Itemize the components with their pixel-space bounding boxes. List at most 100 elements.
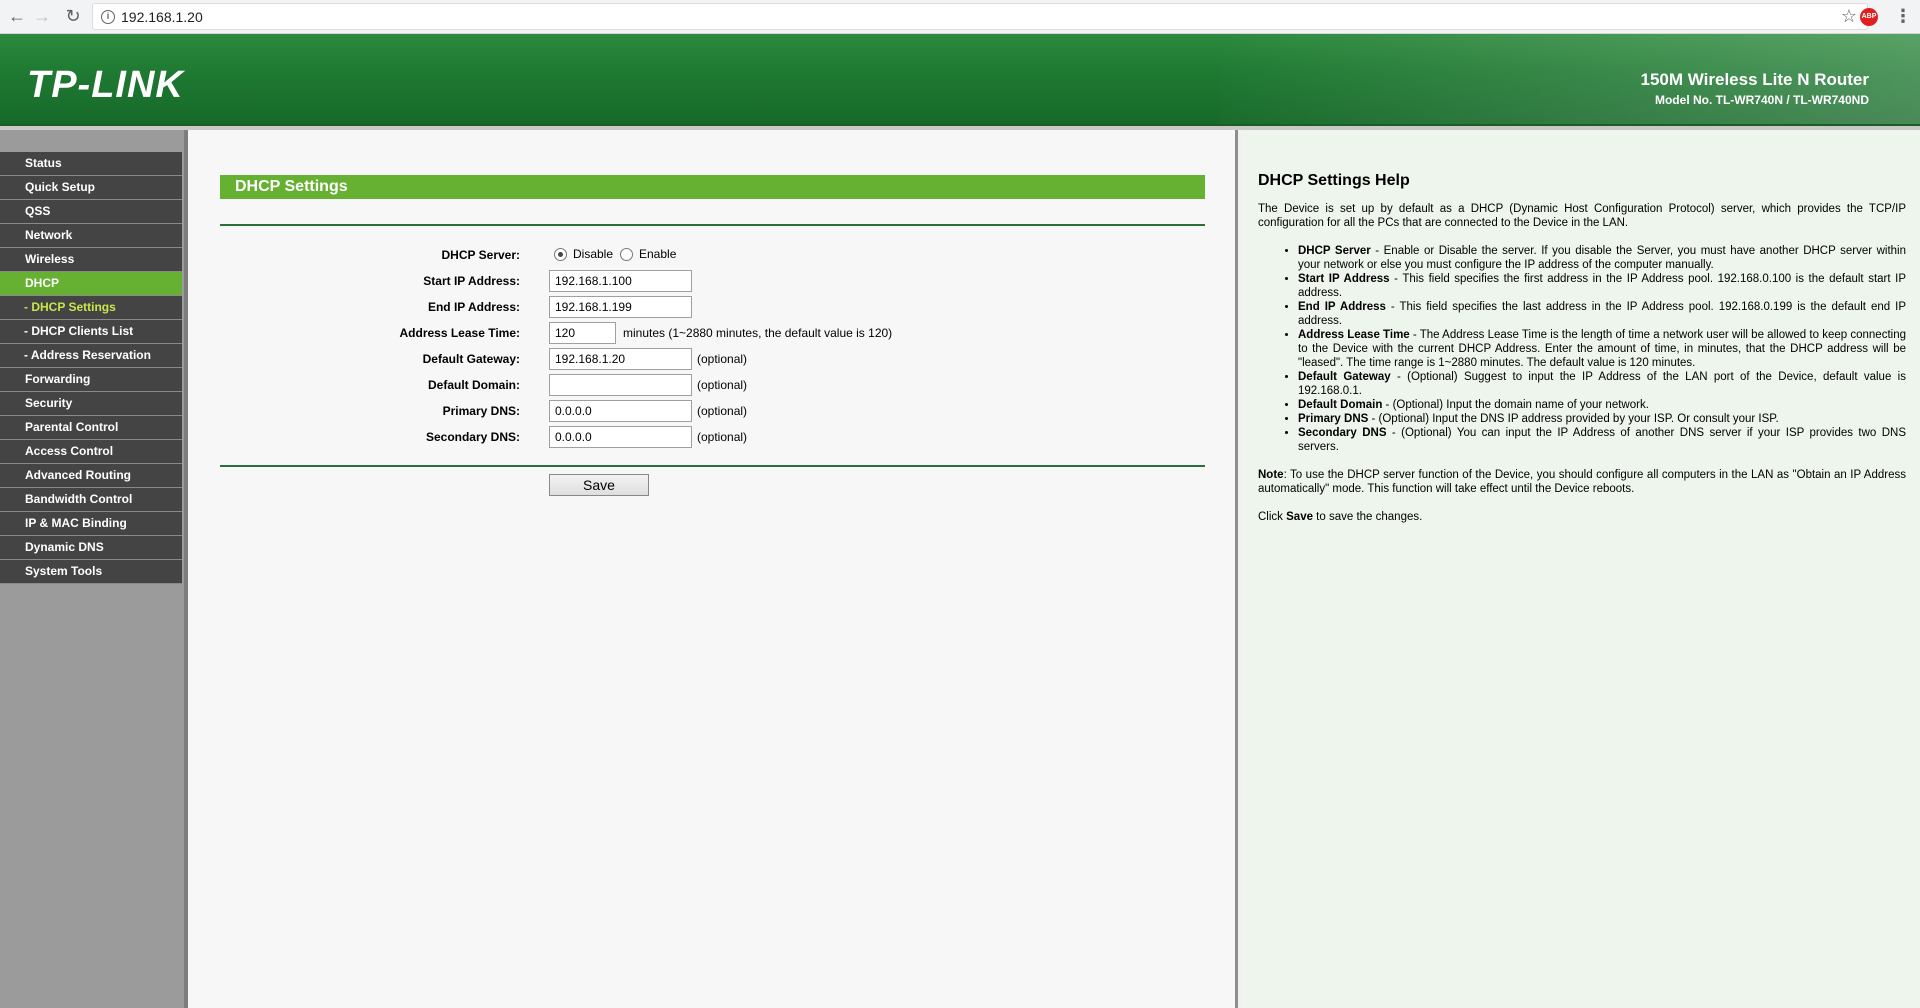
product-name: 150M Wireless Lite N Router <box>1640 70 1869 89</box>
help-click-term: Save <box>1286 511 1313 523</box>
help-term: Default Gateway <box>1298 371 1391 383</box>
sidebar-item-network[interactable]: Network <box>0 224 182 248</box>
start-ip-row: Start IP Address: <box>220 269 1205 293</box>
browser-toolbar: ← → ↻ i 192.168.1.20 ☆ ABP ⋮ <box>0 0 1920 34</box>
url-text[interactable]: 192.168.1.20 <box>121 9 203 25</box>
router-banner: TP-LINK 150M Wireless Lite N Router Mode… <box>0 34 1920 128</box>
secondary-dns-input[interactable] <box>549 426 692 448</box>
sidebar-item-bandwidth-control[interactable]: Bandwidth Control <box>0 488 182 512</box>
kebab-menu-icon[interactable]: ⋮ <box>1894 6 1912 26</box>
secondary-dns-hint: (optional) <box>697 430 748 444</box>
help-item-dhcp-server: DHCP Server - Enable or Disable the serv… <box>1298 244 1906 272</box>
sidebar-item-dynamic-dns[interactable]: Dynamic DNS <box>0 536 182 560</box>
top-divider <box>220 224 1205 226</box>
model-number: Model No. TL-WR740N / TL-WR740ND <box>1654 93 1869 107</box>
primary-dns-input[interactable] <box>549 400 692 422</box>
help-text: - This field specifies the last address … <box>1298 301 1906 327</box>
help-term: DHCP Server <box>1298 245 1371 257</box>
back-arrow-icon[interactable]: ← <box>6 5 28 27</box>
help-item-primary-dns: Primary DNS - (Optional) Input the DNS I… <box>1298 412 1906 426</box>
domain-input[interactable] <box>549 374 692 396</box>
sidebar-item-advanced-routing[interactable]: Advanced Routing <box>0 464 182 488</box>
sidebar-item-access-control[interactable]: Access Control <box>0 440 182 464</box>
start-ip-label: Start IP Address: <box>423 274 520 288</box>
sidebar-item-address-reservation[interactable]: - Address Reservation <box>0 344 182 368</box>
lease-time-row: Address Lease Time: minutes (1~2880 minu… <box>220 321 1205 345</box>
sidebar-item-system-tools[interactable]: System Tools <box>0 560 182 584</box>
help-click-prefix: Click <box>1258 511 1287 523</box>
dhcp-server-row: DHCP Server: Disable Enable <box>220 243 1205 267</box>
gateway-hint: (optional) <box>697 352 748 366</box>
sidebar-item-security[interactable]: Security <box>0 392 182 416</box>
sidebar-item-dhcp-settings[interactable]: - DHCP Settings <box>0 296 182 320</box>
lease-time-label: Address Lease Time: <box>399 326 521 340</box>
help-term: Primary DNS <box>1298 413 1369 425</box>
help-text: - (Optional) Input the domain name of yo… <box>1382 399 1649 411</box>
sidebar-item-forwarding[interactable]: Forwarding <box>0 368 182 392</box>
domain-row: Default Domain: (optional) <box>220 373 1205 397</box>
sidebar-menu: Status Quick Setup QSS Network Wireless … <box>0 152 182 584</box>
sidebar-item-qss[interactable]: QSS <box>0 200 182 224</box>
help-term: End IP Address <box>1298 301 1386 313</box>
help-list: DHCP Server - Enable or Disable the serv… <box>1298 244 1906 454</box>
help-panel: DHCP Settings Help The Device is set up … <box>1241 130 1920 1008</box>
start-ip-input[interactable] <box>549 270 692 292</box>
save-button[interactable]: Save <box>549 474 649 496</box>
primary-dns-label: Primary DNS: <box>442 404 520 418</box>
help-text: - This field specifies the first address… <box>1298 273 1906 299</box>
reload-icon[interactable]: ↻ <box>62 5 84 27</box>
end-ip-label: End IP Address: <box>427 300 520 314</box>
main-content: DHCP Settings DHCP Server: Disable Enabl… <box>188 130 1238 1008</box>
sidebar-item-dhcp-clients-list[interactable]: - DHCP Clients List <box>0 320 182 344</box>
help-term: Start IP Address <box>1298 273 1390 285</box>
sidebar-item-wireless[interactable]: Wireless <box>0 248 182 272</box>
page-title: DHCP Settings <box>220 175 1205 199</box>
primary-dns-hint: (optional) <box>697 404 748 418</box>
secondary-dns-row: Secondary DNS: (optional) <box>220 425 1205 449</box>
domain-hint: (optional) <box>697 378 748 392</box>
help-term: Address Lease Time <box>1298 329 1410 341</box>
bookmark-star-icon[interactable]: ☆ <box>1841 6 1857 27</box>
help-item-start-ip: Start IP Address - This field specifies … <box>1298 272 1906 300</box>
dhcp-server-label: DHCP Server: <box>441 248 520 262</box>
help-item-lease-time: Address Lease Time - The Address Lease T… <box>1298 328 1906 370</box>
dhcp-enable-label[interactable]: Enable <box>639 247 676 261</box>
adblock-icon[interactable]: ABP <box>1860 8 1878 26</box>
dhcp-enable-radio[interactable] <box>620 248 633 261</box>
lease-time-input[interactable] <box>549 322 616 344</box>
help-text: - (Optional) Input the DNS IP address pr… <box>1368 413 1779 425</box>
gateway-label: Default Gateway: <box>422 352 520 366</box>
sidebar-item-status[interactable]: Status <box>0 152 182 176</box>
dhcp-disable-label[interactable]: Disable <box>573 247 613 261</box>
gateway-row: Default Gateway: (optional) <box>220 347 1205 371</box>
help-item-end-ip: End IP Address - This field specifies th… <box>1298 300 1906 328</box>
help-item-gateway: Default Gateway - (Optional) Suggest to … <box>1298 370 1906 398</box>
help-title: DHCP Settings Help <box>1258 172 1410 189</box>
gateway-input[interactable] <box>549 348 692 370</box>
info-icon[interactable]: i <box>101 10 115 24</box>
help-click-suffix: to save the changes. <box>1312 511 1423 523</box>
tp-link-logo: TP-LINK <box>27 64 184 106</box>
help-item-domain: Default Domain - (Optional) Input the do… <box>1298 398 1906 412</box>
help-text: - Enable or Disable the server. If you d… <box>1298 245 1906 271</box>
primary-dns-row: Primary DNS: (optional) <box>220 399 1205 423</box>
help-note-text: : To use the DHCP server function of the… <box>1258 469 1906 495</box>
sidebar-item-parental-control[interactable]: Parental Control <box>0 416 182 440</box>
help-item-secondary-dns: Secondary DNS - (Optional) You can input… <box>1298 426 1906 454</box>
help-term: Secondary DNS <box>1298 427 1387 439</box>
help-note: Note: To use the DHCP server function of… <box>1258 468 1906 496</box>
sidebar-item-quick-setup[interactable]: Quick Setup <box>0 176 182 200</box>
help-click-save: Click Save to save the changes. <box>1258 510 1906 524</box>
bottom-divider <box>220 465 1205 467</box>
domain-label: Default Domain: <box>427 378 520 392</box>
sidebar-item-dhcp[interactable]: DHCP <box>0 272 182 296</box>
help-note-term: Note <box>1258 469 1284 481</box>
forward-arrow-icon[interactable]: → <box>31 5 53 27</box>
help-term: Default Domain <box>1298 399 1383 411</box>
sidebar: Status Quick Setup QSS Network Wireless … <box>0 130 188 1008</box>
end-ip-input[interactable] <box>549 296 692 318</box>
address-bar[interactable]: i 192.168.1.20 ☆ <box>92 3 1868 30</box>
dhcp-disable-radio[interactable] <box>554 248 567 261</box>
sidebar-item-ip-mac-binding[interactable]: IP & MAC Binding <box>0 512 182 536</box>
help-intro: The Device is set up by default as a DHC… <box>1258 203 1906 229</box>
